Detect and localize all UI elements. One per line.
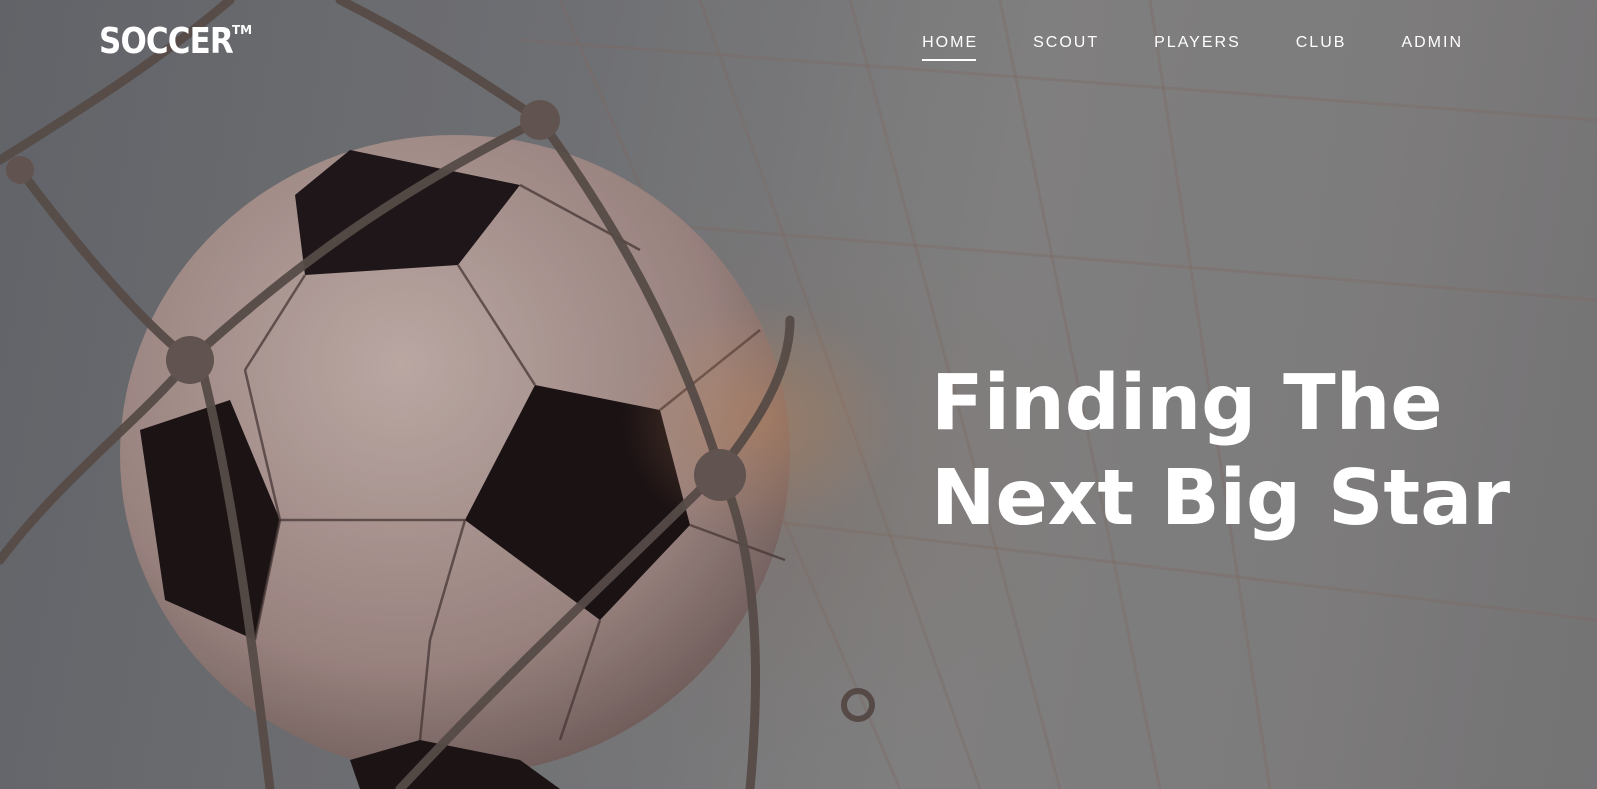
nav-item-home[interactable]: HOME <box>922 34 978 61</box>
hero-section: SOCCER TM HOME SCOUT PLAYERS CLUB ADMIN … <box>0 0 1597 789</box>
brand-logo[interactable]: SOCCER <box>99 24 234 60</box>
nav-item-players[interactable]: PLAYERS <box>1154 34 1241 61</box>
nav-item-admin[interactable]: ADMIN <box>1401 34 1463 61</box>
nav-menu: HOME SCOUT PLAYERS CLUB ADMIN <box>922 34 1463 52</box>
hero-headline-line-2: Next Big Star <box>931 454 1511 543</box>
hero-headline-line-1: Finding The <box>931 359 1443 448</box>
brand-trademark: TM <box>232 23 253 37</box>
hero-headline: Finding The Next Big Star <box>931 356 1551 546</box>
nav-item-club[interactable]: CLUB <box>1296 34 1347 61</box>
nav-item-scout[interactable]: SCOUT <box>1033 34 1099 61</box>
top-navbar: SOCCER TM HOME SCOUT PLAYERS CLUB ADMIN <box>0 0 1597 90</box>
